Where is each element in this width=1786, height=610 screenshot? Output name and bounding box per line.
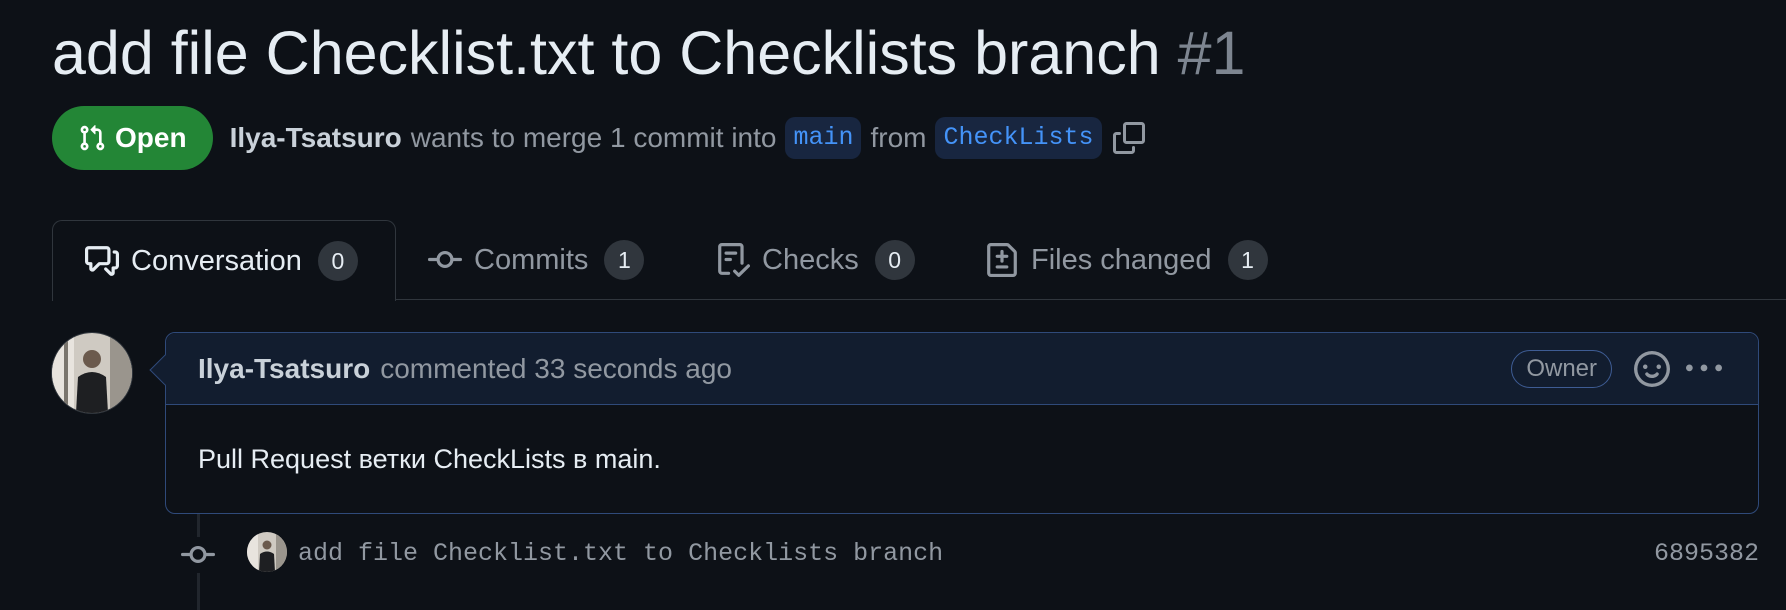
tab-commits[interactable]: Commits 1 bbox=[428, 220, 645, 300]
head-branch[interactable]: CheckLists bbox=[935, 117, 1102, 159]
comment-timestamp[interactable]: commented 33 seconds ago bbox=[380, 353, 732, 385]
copy-icon[interactable] bbox=[1112, 121, 1146, 155]
tab-checks-counter: 0 bbox=[874, 240, 915, 280]
pr-title-text: add file Checklist.txt to Checklists bra… bbox=[52, 19, 1161, 87]
file-diff-icon bbox=[985, 243, 1019, 277]
tab-conversation-label: Conversation bbox=[131, 244, 302, 277]
base-branch[interactable]: main bbox=[785, 117, 862, 159]
pr-author-link[interactable]: Ilya-Tsatsuro bbox=[230, 122, 402, 154]
comment-body: Pull Request ветки CheckLists в main. bbox=[198, 443, 661, 474]
checklist-icon bbox=[716, 243, 750, 277]
tab-conversation-counter: 0 bbox=[317, 241, 358, 281]
tab-conversation[interactable]: Conversation 0 bbox=[52, 220, 396, 301]
pr-title: add file Checklist.txt to Checklists bra… bbox=[52, 14, 1245, 92]
pr-state-label: Open bbox=[115, 122, 187, 153]
pr-state-badge: Open bbox=[52, 106, 213, 170]
pull-request-page: add file Checklist.txt to Checklists bra… bbox=[0, 0, 1786, 610]
merge-from-text: from bbox=[870, 122, 927, 153]
comment-author-link[interactable]: Ilya-Tsatsuro bbox=[198, 353, 370, 385]
tab-checks-label: Checks bbox=[762, 243, 859, 276]
tab-files-changed-counter: 1 bbox=[1227, 240, 1268, 280]
tab-checks[interactable]: Checks 0 bbox=[716, 220, 915, 300]
commit-author-avatar[interactable] bbox=[247, 532, 287, 572]
tab-commits-label: Commits bbox=[474, 243, 589, 276]
git-commit-icon bbox=[180, 537, 216, 573]
pr-number: #1 bbox=[1177, 19, 1246, 87]
git-commit-icon bbox=[428, 243, 462, 277]
pr-status-row: Open Ilya-Tsatsuro wants to merge 1 comm… bbox=[52, 106, 1146, 170]
git-pull-request-icon bbox=[78, 124, 106, 152]
avatar[interactable] bbox=[51, 332, 133, 414]
comment-pointer bbox=[149, 354, 181, 386]
smiley-icon[interactable] bbox=[1634, 351, 1670, 387]
comment-box: Ilya-Tsatsuro commented 33 seconds ago O… bbox=[149, 332, 1759, 514]
pr-tabs: Conversation 0 Commits 1 Checks 0 Files … bbox=[0, 220, 1786, 301]
tab-files-changed-label: Files changed bbox=[1031, 243, 1212, 276]
tab-files-changed[interactable]: Files changed 1 bbox=[985, 220, 1268, 300]
comment-header: Ilya-Tsatsuro commented 33 seconds ago O… bbox=[149, 333, 1758, 405]
owner-badge: Owner bbox=[1511, 350, 1612, 388]
commit-message-link[interactable]: add file Checklist.txt to Checklists bra… bbox=[298, 536, 943, 572]
commit-sha-link[interactable]: 6895382 bbox=[1654, 536, 1759, 572]
merge-text: wants to merge 1 commit into bbox=[410, 122, 777, 153]
kebab-horizontal-icon[interactable] bbox=[1686, 351, 1722, 387]
tab-commits-counter: 1 bbox=[604, 240, 645, 280]
comment-discussion-icon bbox=[85, 244, 119, 278]
